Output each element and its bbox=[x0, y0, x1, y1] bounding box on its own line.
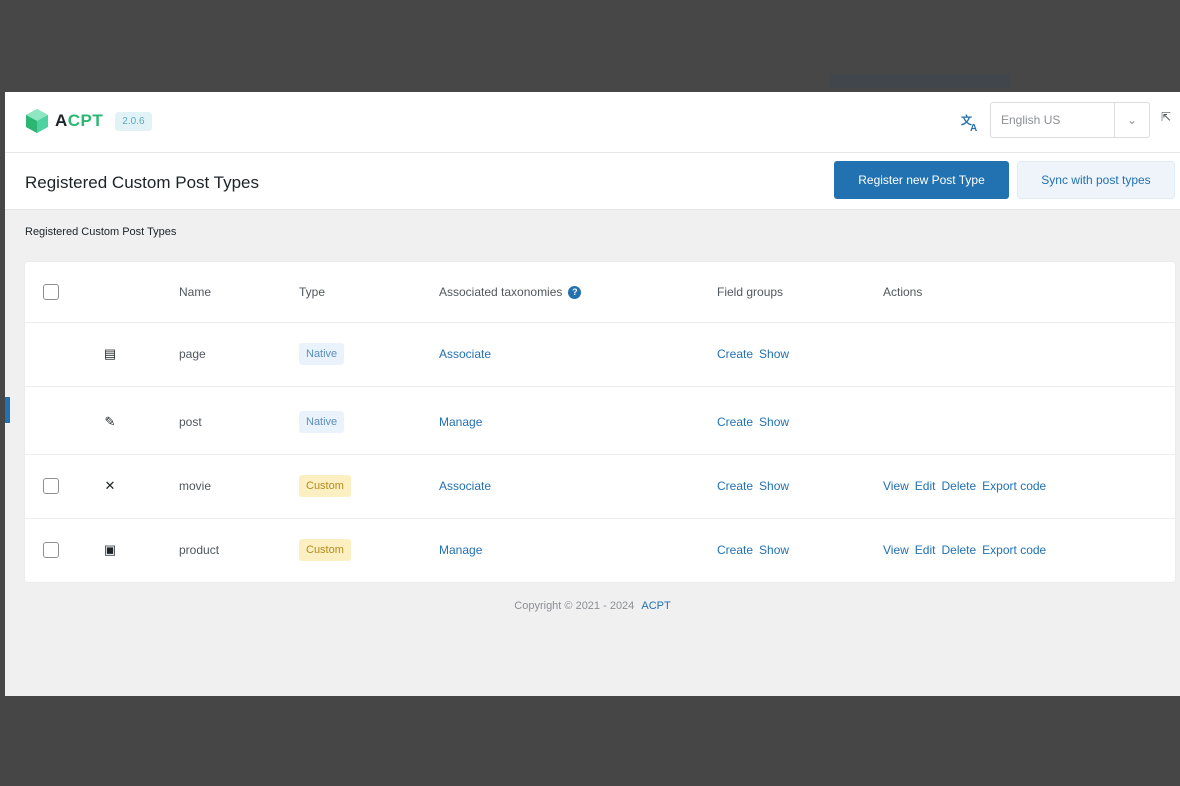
select-all-checkbox[interactable] bbox=[43, 284, 59, 300]
type-badge: Custom bbox=[299, 539, 351, 561]
page-title: Registered Custom Post Types bbox=[25, 173, 260, 192]
taxonomy-link[interactable]: Associate bbox=[439, 479, 491, 493]
taxonomy-link[interactable]: Manage bbox=[439, 543, 482, 557]
field-group-create-link[interactable]: Create bbox=[717, 347, 753, 361]
sync-post-types-button[interactable]: Sync with post types bbox=[1017, 161, 1175, 199]
logo-text: ACPT bbox=[55, 111, 104, 130]
field-group-create-link[interactable]: Create bbox=[717, 543, 753, 557]
field-group-show-link[interactable]: Show bbox=[759, 479, 789, 493]
table-row: ▣ product Custom Manage Create Show View Edit De… bbox=[25, 518, 1175, 582]
taxonomy-link[interactable]: Associate bbox=[439, 347, 491, 361]
table-row: ▤ page Native Associate Create Show bbox=[25, 322, 1175, 387]
version-badge: 2.0.6 bbox=[115, 111, 152, 131]
page-header: Registered Custom Post Types Register ne… bbox=[5, 153, 1180, 210]
post-type-name: product bbox=[179, 543, 220, 557]
column-name[interactable]: Name bbox=[179, 262, 211, 322]
column-field-groups: Field groups bbox=[717, 285, 784, 299]
column-actions: Actions bbox=[883, 285, 923, 299]
action-delete-link[interactable]: Delete bbox=[941, 479, 976, 493]
action-export-code-link[interactable]: Export code bbox=[982, 543, 1046, 557]
translate-icon[interactable]: 文 A bbox=[960, 112, 980, 134]
copyright-text: Copyright © 2021 - 2024 bbox=[514, 600, 635, 612]
language-select[interactable]: English US ⌄ bbox=[990, 102, 1150, 138]
logo[interactable]: ACPT 2.0.6 bbox=[25, 108, 152, 134]
action-view-link[interactable]: View bbox=[883, 479, 909, 493]
post-type-name: post bbox=[179, 415, 202, 429]
column-type[interactable]: Type bbox=[299, 262, 325, 322]
breadcrumb: Registered Custom Post Types bbox=[25, 226, 177, 238]
pin-icon: ✎ bbox=[104, 414, 116, 429]
background-toolbar bbox=[830, 74, 1010, 88]
help-icon[interactable]: ? bbox=[568, 285, 582, 299]
language-value: English US bbox=[1001, 113, 1061, 127]
field-group-show-link[interactable]: Show bbox=[759, 543, 789, 557]
table-row: ✎ post Native Manage Create Show bbox=[25, 390, 1175, 455]
field-group-show-link[interactable]: Show bbox=[759, 347, 789, 361]
taxonomy-link[interactable]: Manage bbox=[439, 415, 482, 429]
logo-cube-icon bbox=[26, 109, 48, 133]
movie-icon: ✕ bbox=[104, 478, 116, 493]
table-row: ✕ movie Custom Associate Create Show View Edit D… bbox=[25, 454, 1175, 519]
post-type-name: page bbox=[179, 347, 206, 361]
action-edit-link[interactable]: Edit bbox=[915, 479, 936, 493]
top-bar: ACPT 2.0.6 文 A English US ⌄ ⇱ bbox=[5, 92, 1180, 153]
svg-text:A: A bbox=[970, 123, 977, 132]
field-group-create-link[interactable]: Create bbox=[717, 415, 753, 429]
type-badge: Native bbox=[299, 343, 345, 365]
column-taxonomies: Associated taxonomies ? bbox=[439, 262, 582, 322]
chevron-down-icon[interactable]: ⌄ bbox=[1114, 103, 1149, 137]
left-edge-tab[interactable] bbox=[5, 397, 10, 423]
type-badge: Native bbox=[299, 411, 345, 433]
action-export-code-link[interactable]: Export code bbox=[982, 479, 1046, 493]
footer: Copyright © 2021 - 2024 ACPT bbox=[5, 600, 1180, 612]
action-view-link[interactable]: View bbox=[883, 543, 909, 557]
field-group-show-link[interactable]: Show bbox=[759, 415, 789, 429]
column-taxonomies-label: Associated taxonomies bbox=[439, 285, 563, 299]
row-checkbox[interactable] bbox=[43, 542, 59, 558]
type-badge: Custom bbox=[299, 475, 351, 497]
field-group-create-link[interactable]: Create bbox=[717, 479, 753, 493]
row-checkbox[interactable] bbox=[43, 478, 59, 494]
footer-brand-link[interactable]: ACPT bbox=[641, 600, 670, 612]
post-type-name: movie bbox=[179, 479, 212, 493]
acpt-app-window: ACPT 2.0.6 文 A English US ⌄ ⇱ Registered… bbox=[5, 92, 1180, 696]
product-icon: ▣ bbox=[103, 542, 117, 557]
table-header: Name Type Associated taxonomies ? Field … bbox=[25, 262, 1175, 323]
collapse-toggle-icon[interactable]: ⇱ bbox=[1161, 110, 1171, 124]
action-edit-link[interactable]: Edit bbox=[915, 543, 936, 557]
post-types-table: Name Type Associated taxonomies ? Field … bbox=[25, 262, 1175, 582]
action-delete-link[interactable]: Delete bbox=[941, 543, 976, 557]
register-post-type-button[interactable]: Register new Post Type bbox=[834, 161, 1009, 199]
page-icon: ▤ bbox=[103, 346, 117, 361]
